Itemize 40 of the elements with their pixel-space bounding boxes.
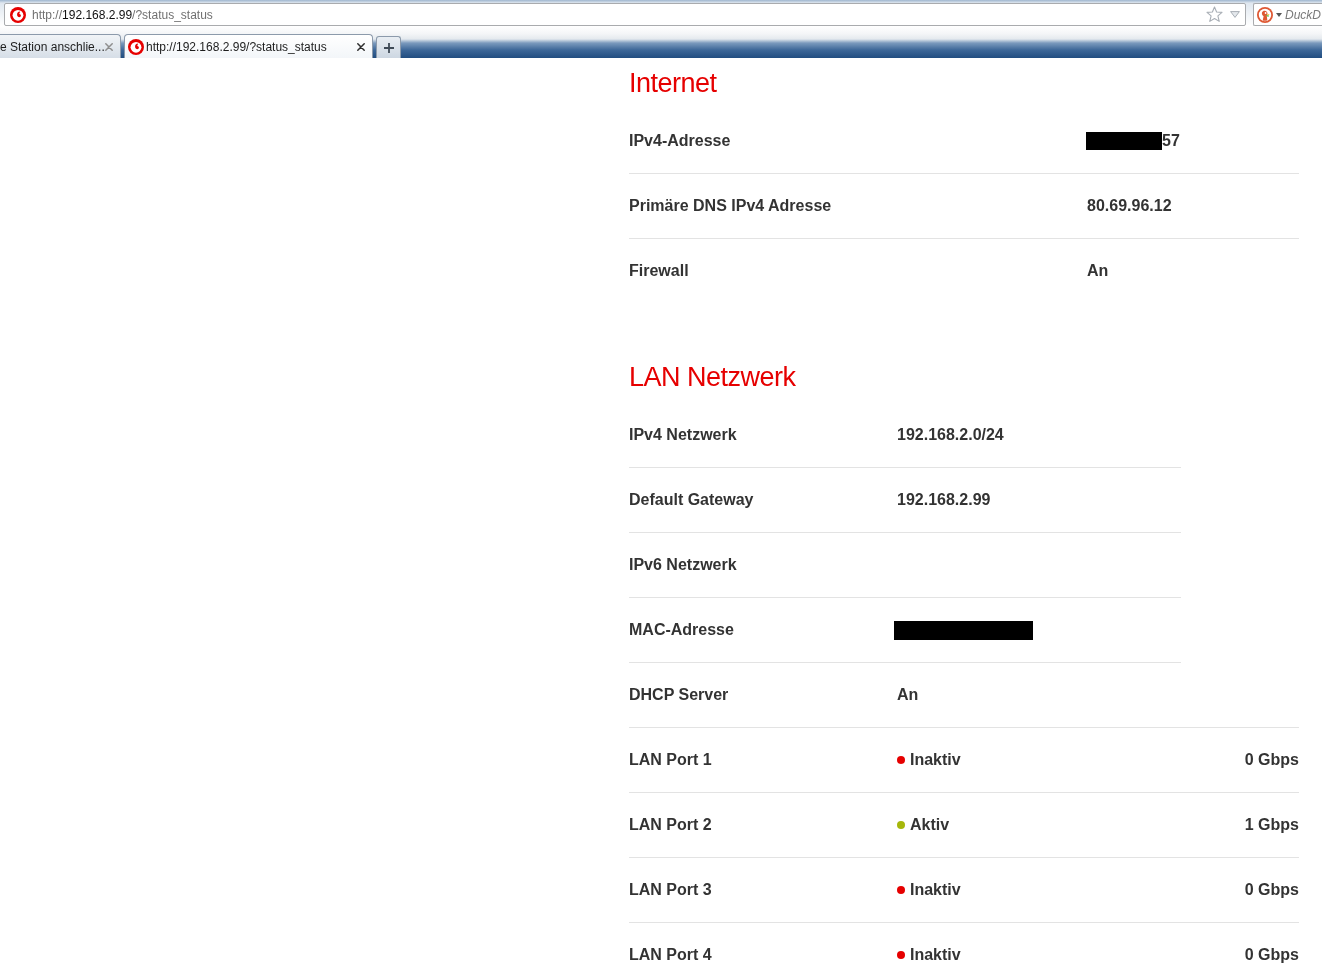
close-icon[interactable] (357, 42, 365, 51)
row-label: DHCP Server (629, 685, 729, 705)
address-bar[interactable]: http://192.168.2.99/?status_status (4, 3, 1246, 26)
search-field[interactable]: DuckD (1285, 6, 1322, 23)
duck-icon[interactable] (1257, 6, 1273, 23)
section-heading: LAN Netzwerk (629, 361, 797, 393)
speed-text: 0 Gbps (1244, 750, 1299, 770)
speed-text: 1 Gbps (1244, 815, 1299, 835)
row-label: IPv6 Netzwerk (629, 555, 737, 575)
caret-icon[interactable] (1276, 12, 1282, 17)
status-text: Inaktiv (910, 750, 961, 770)
row-label: MAC-Adresse (629, 620, 734, 640)
speed-text: 0 Gbps (1244, 945, 1299, 965)
status-text: Aktiv (910, 815, 950, 835)
row-value: 192.168.2.99 (897, 490, 991, 510)
star-icon[interactable] (1206, 6, 1223, 23)
row-label: Primäre DNS IPv4 Adresse (629, 196, 832, 216)
row-label: IPv4-Adresse (629, 131, 731, 151)
browser-tab[interactable]: http://192.168.2.99/?status_status (124, 34, 373, 58)
row-label: Default Gateway (629, 490, 754, 510)
row-label: LAN Port 2 (629, 815, 712, 835)
row-label: LAN Port 3 (629, 880, 712, 900)
row-value: An (1087, 261, 1109, 281)
row-label: LAN Port 1 (629, 750, 712, 770)
browser-tab[interactable]: e Station anschlie... (0, 34, 121, 58)
new-tab-button[interactable] (376, 36, 401, 58)
logo-icon (10, 6, 26, 23)
plus-icon (383, 42, 394, 53)
speed-text: 0 Gbps (1244, 880, 1299, 900)
section-heading: Internet (629, 67, 718, 99)
row-label: LAN Port 4 (629, 945, 712, 965)
status-text: Inaktiv (910, 945, 961, 965)
row-value: An (897, 685, 919, 705)
search-bar[interactable]: DuckD (1253, 3, 1322, 26)
status-text: Inaktiv (910, 880, 961, 900)
row-value: 192.168.2.0/24 (897, 425, 1004, 445)
row-value: 80.69.96.12 (1087, 196, 1172, 216)
row-label: IPv4 Netzwerk (629, 425, 737, 445)
row-value: 57 (1162, 131, 1180, 151)
row-label: Firewall (629, 261, 689, 281)
